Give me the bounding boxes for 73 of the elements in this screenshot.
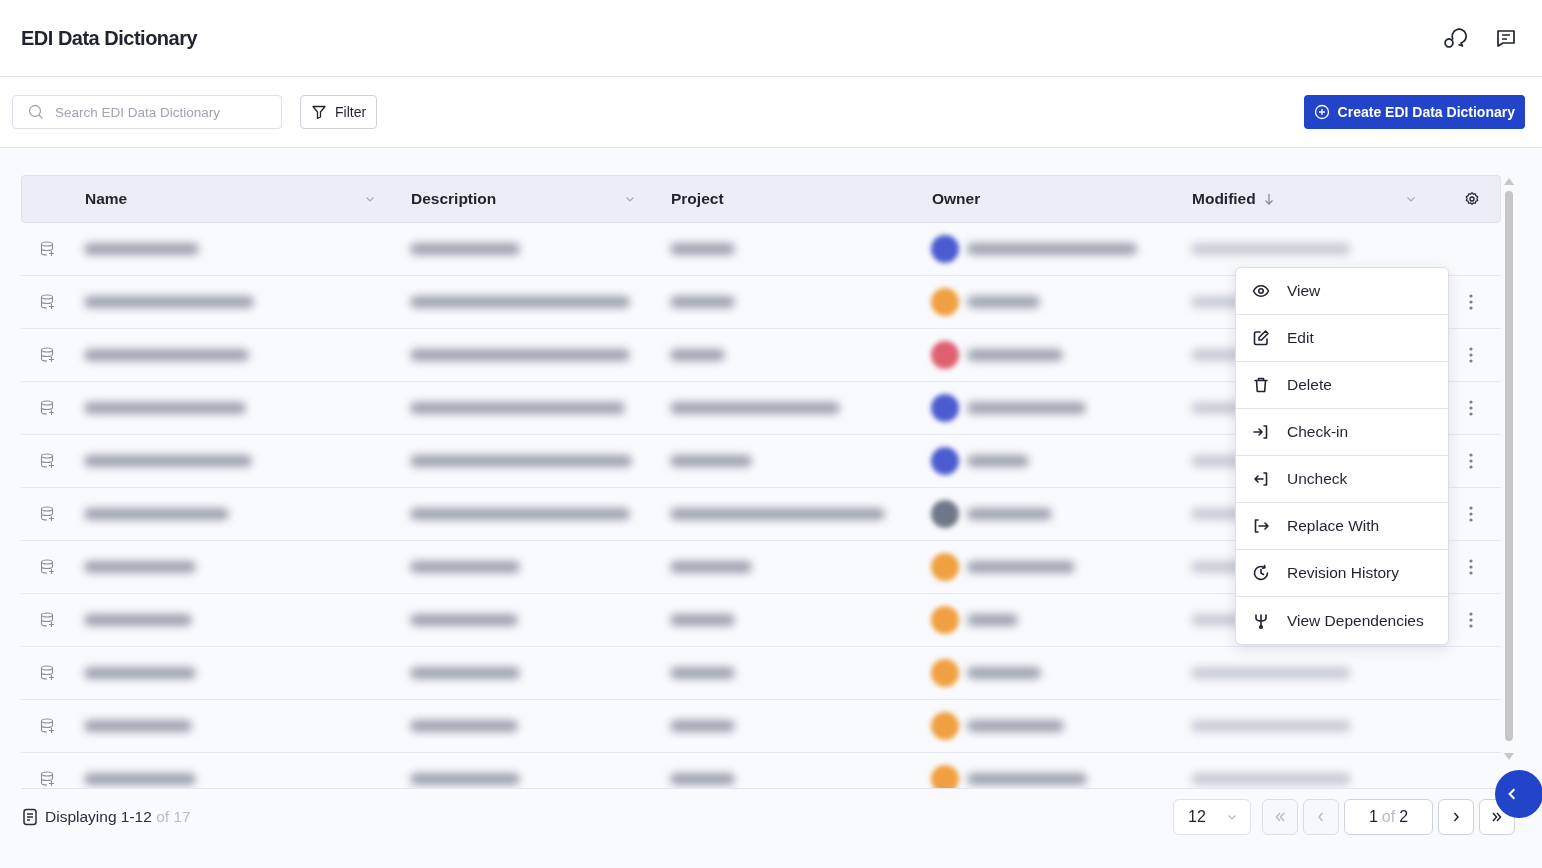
blurred-avatar — [931, 553, 959, 581]
blurred-text — [670, 667, 735, 679]
blurred-avatar — [931, 659, 959, 687]
blurred-avatar — [931, 447, 959, 475]
database-icon — [39, 717, 57, 735]
blurred-avatar — [931, 341, 959, 369]
blurred-avatar — [931, 765, 959, 788]
database-icon — [39, 399, 57, 417]
page-title: EDI Data Dictionary — [21, 26, 199, 50]
page-indicator: 1 of 2 — [1344, 798, 1433, 835]
exit-arrow-icon — [1252, 517, 1270, 535]
database-icon — [39, 346, 57, 364]
blurred-text — [670, 243, 735, 255]
arrow-out-bracket-icon — [1252, 470, 1270, 488]
filter-icon — [311, 104, 327, 120]
branch-icon — [1252, 611, 1270, 630]
trash-icon — [1252, 376, 1270, 394]
database-icon — [39, 664, 57, 682]
search-field[interactable]: Search EDI Data Dictionary — [12, 95, 282, 129]
blurred-text — [670, 296, 735, 308]
column-header[interactable]: Project — [671, 190, 724, 208]
blurred-text — [670, 773, 735, 785]
blurred-text — [967, 455, 1029, 467]
column-header[interactable]: Owner — [932, 190, 981, 208]
blurred-text — [967, 614, 1018, 626]
menu-item[interactable]: View — [1236, 268, 1448, 315]
database-icon — [39, 293, 57, 311]
blurred-avatar — [931, 288, 959, 316]
database-icon — [39, 770, 57, 788]
more-options-icon[interactable] — [1469, 453, 1473, 469]
menu-item[interactable]: View Dependencies — [1236, 597, 1448, 644]
collapse-button[interactable] — [1495, 770, 1542, 818]
blurred-avatar — [931, 606, 959, 634]
blurred-text — [670, 349, 725, 361]
blurred-avatar — [931, 712, 959, 740]
page-size-select[interactable]: 12 — [1173, 798, 1251, 835]
menu-item[interactable]: Uncheck — [1236, 456, 1448, 503]
database-icon — [39, 240, 57, 258]
more-options-icon[interactable] — [1469, 559, 1473, 575]
column-header[interactable]: Name — [85, 190, 128, 208]
menu-item[interactable]: Replace With — [1236, 503, 1448, 550]
plus-circle-icon — [1313, 104, 1330, 120]
blurred-avatar — [931, 500, 959, 528]
database-icon — [39, 558, 57, 576]
blurred-avatar — [931, 394, 959, 422]
column-header[interactable]: Description — [411, 190, 497, 208]
menu-item[interactable]: Edit — [1236, 315, 1448, 362]
more-options-icon[interactable] — [1469, 400, 1473, 416]
settings-icon[interactable] — [1464, 191, 1480, 207]
database-icon — [39, 611, 57, 629]
database-icon — [39, 452, 57, 470]
blurred-text — [670, 614, 735, 626]
menu-item[interactable]: Delete — [1236, 362, 1448, 409]
chat-bubbles-icon[interactable] — [1444, 26, 1468, 50]
search-icon — [28, 104, 44, 120]
eye-icon — [1252, 282, 1270, 300]
document-icon — [21, 807, 39, 826]
blurred-text — [670, 720, 735, 732]
column-header[interactable]: Modified — [1192, 190, 1256, 208]
menu-item[interactable]: Revision History — [1236, 550, 1448, 597]
displaying-count: Displaying 1-12 of 17 — [45, 807, 191, 826]
more-options-icon[interactable] — [1469, 347, 1473, 363]
clock-icon — [1252, 564, 1270, 582]
create-button[interactable]: Create EDI Data Dictionary — [1303, 95, 1525, 129]
database-icon — [39, 505, 57, 523]
filter-button[interactable]: Filter — [300, 95, 378, 129]
more-options-icon[interactable] — [1469, 612, 1473, 628]
more-options-icon[interactable] — [1469, 506, 1473, 522]
more-options-icon[interactable] — [1469, 294, 1473, 310]
arrow-into-bracket-icon — [1252, 423, 1270, 441]
blurred-avatar — [931, 235, 959, 263]
edit-icon — [1252, 329, 1270, 347]
menu-item[interactable]: Check-in — [1236, 409, 1448, 456]
